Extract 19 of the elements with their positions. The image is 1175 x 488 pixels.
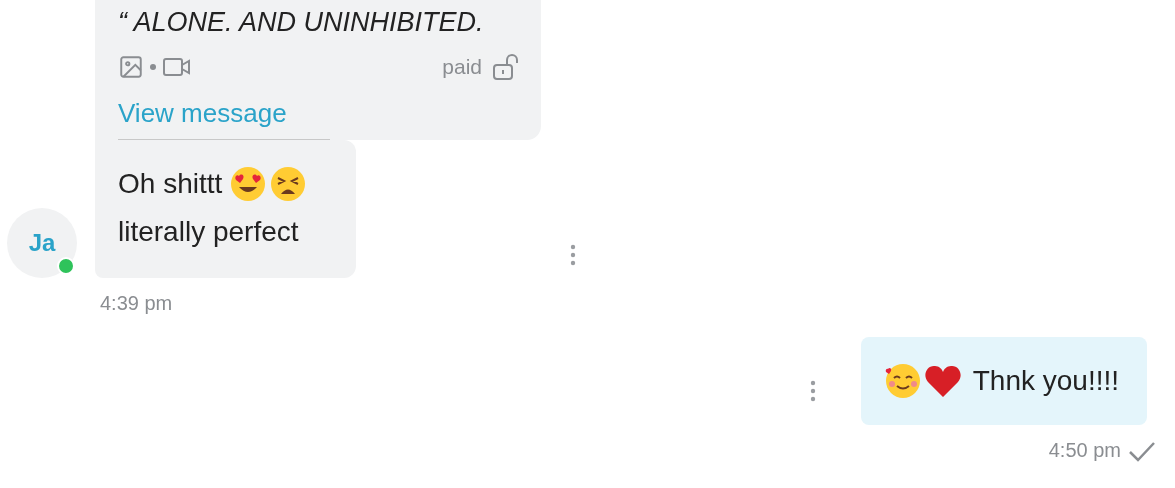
message-time: 4:50 pm: [1048, 439, 1121, 462]
message-text: Thnk you!!!!: [972, 365, 1119, 397]
heart-eyes-face-icon: [230, 166, 267, 202]
unlocked-padlock-icon: [492, 53, 518, 81]
video-camera-icon: [162, 55, 192, 79]
avatar[interactable]: Ja: [7, 208, 77, 278]
message-text: Oh shittt: [118, 168, 223, 200]
image-icon: [118, 54, 144, 80]
message-time: 4:39 pm: [100, 292, 173, 315]
smiling-face-with-hearts-icon: [884, 363, 921, 399]
dot-icon: [150, 64, 156, 70]
heart-icon: [923, 364, 962, 398]
message-text: literally perfect: [118, 216, 299, 248]
message-preview-text: “ ALONE. AND UNINHIBITED.: [118, 6, 485, 38]
price-status-label: paid: [442, 55, 482, 79]
more-options-icon[interactable]: [810, 380, 816, 402]
view-message-link[interactable]: View message: [118, 98, 287, 129]
tired-face-icon: [270, 166, 307, 202]
more-options-icon[interactable]: [570, 244, 576, 266]
